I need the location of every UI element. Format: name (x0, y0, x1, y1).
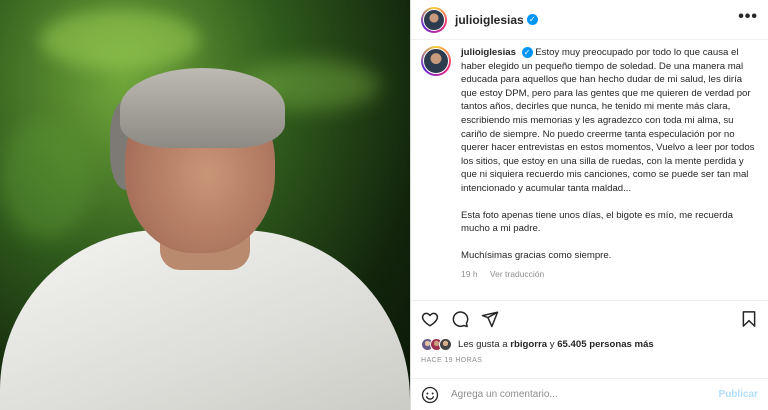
bookmark-icon[interactable] (740, 310, 758, 328)
caption-row: julioiglesias ✓ Estoy muy preocupado por… (421, 46, 756, 275)
post-header: julioiglesias ✓ ••• (411, 0, 768, 40)
caption-author-avatar[interactable] (421, 46, 451, 76)
liker-avatars[interactable] (421, 338, 452, 351)
more-options-icon[interactable]: ••• (738, 8, 758, 28)
caption-time[interactable]: 19 h (461, 269, 478, 279)
caption-paragraph: Muchísimas gracias como siempre. (461, 249, 612, 261)
comment-icon[interactable] (451, 310, 469, 328)
post-side-panel: julioiglesias ✓ ••• julioiglesias ✓ Esto… (410, 0, 768, 410)
translate-link[interactable]: Ver traducción (490, 269, 544, 279)
caption-username[interactable]: julioiglesias (461, 47, 516, 58)
emoji-icon[interactable] (421, 386, 439, 404)
caption-body-1: Estoy muy preocupado por todo lo que cau… (461, 47, 755, 194)
caption-paragraph: Esta foto apenas tiene unos días, el big… (461, 209, 733, 235)
photo-hair (120, 68, 285, 148)
likes-middle: y (549, 339, 555, 350)
caption-text: julioiglesias ✓ Estoy muy preocupado por… (461, 46, 756, 275)
heart-icon[interactable] (421, 310, 439, 328)
photo-foliage (40, 10, 200, 70)
comment-input[interactable] (451, 389, 719, 400)
publish-button[interactable]: Publicar (719, 389, 758, 400)
likes-prefix: Les gusta a (458, 339, 508, 350)
likes-user[interactable]: rbigorra (510, 339, 547, 350)
post-photo[interactable] (0, 0, 410, 410)
verified-icon: ✓ (526, 14, 538, 25)
comment-bar: Publicar (411, 378, 768, 410)
author-username[interactable]: julioiglesias (455, 13, 524, 27)
author-avatar[interactable] (421, 6, 447, 33)
post-timestamp[interactable]: HACE 19 HORAS (421, 357, 482, 364)
caption-area: julioiglesias ✓ Estoy muy preocupado por… (411, 46, 768, 296)
share-icon[interactable] (481, 310, 499, 328)
liker-avatar (439, 338, 452, 351)
caption-paragraph: julioiglesias ✓ Estoy muy preocupado por… (461, 46, 756, 196)
likes-summary: Les gusta a rbigorra y 65.405 personas m… (421, 338, 758, 351)
verified-icon: ✓ (521, 47, 533, 58)
action-bar (411, 300, 768, 336)
likes-count[interactable]: 65.405 personas más (557, 339, 654, 350)
photo-foliage (0, 120, 90, 240)
